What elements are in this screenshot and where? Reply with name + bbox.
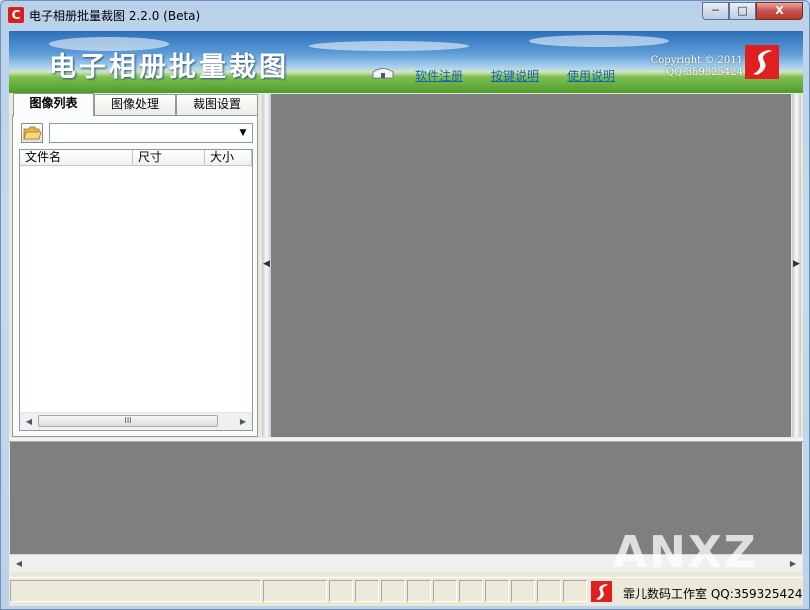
collapse-left-icon[interactable]: ◀ <box>262 259 271 269</box>
banner-title: 电子相册批量裁图 <box>49 52 289 83</box>
expand-right-icon[interactable]: ▶ <box>792 259 801 269</box>
app-logo-icon[interactable]: C <box>8 7 24 23</box>
left-splitter[interactable]: ◀ <box>262 94 271 437</box>
open-folder-button[interactable] <box>21 123 43 143</box>
title-bar[interactable]: C 电子相册批量裁图 2.2.0 (Beta) ─ □ X <box>1 1 809 31</box>
status-panel <box>537 580 561 602</box>
watermark: ANXZ <box>613 527 758 578</box>
client-area: 电子相册批量裁图 软件注册 按键说明 使用说明 Copyright © 2011… <box>9 31 803 606</box>
tab-image-list[interactable]: 图像列表 <box>13 93 94 116</box>
open-folder-icon <box>23 126 42 140</box>
status-panel <box>407 580 431 602</box>
image-preview-area[interactable] <box>271 94 791 437</box>
studio-logo-icon <box>591 581 612 602</box>
cloud-decoration <box>529 35 669 47</box>
minimize-button[interactable]: ─ <box>702 2 729 20</box>
register-link[interactable]: 软件注册 <box>415 67 463 84</box>
status-panel <box>329 580 353 602</box>
file-list-hscrollbar[interactable]: ◀ III ▶ <box>20 412 252 430</box>
status-panel <box>511 580 535 602</box>
status-panel <box>381 580 405 602</box>
studio-info: 霏儿数码工作室 QQ:359325424 <box>623 587 803 601</box>
column-header-filename[interactable]: 文件名 <box>20 150 133 166</box>
column-header-dimensions[interactable]: 尺寸 <box>133 150 205 166</box>
file-list[interactable]: 文件名 尺寸 大小 ◀ III ▶ <box>19 149 253 431</box>
hotkey-help-link[interactable]: 按键说明 <box>491 67 539 84</box>
cloud-decoration <box>309 41 469 51</box>
copyright-text: Copyright © 2011 QQ:359325424 <box>643 55 743 79</box>
tab-image-processing[interactable]: 图像处理 <box>94 94 176 115</box>
scroll-thumb[interactable]: III <box>38 415 218 427</box>
usage-help-link[interactable]: 使用说明 <box>567 67 615 84</box>
column-header-size[interactable]: 大小 <box>205 150 252 166</box>
status-bar: 霏儿数码工作室 QQ:359325424 <box>9 577 803 606</box>
header-banner: 电子相册批量裁图 软件注册 按键说明 使用说明 Copyright © 2011… <box>9 31 803 93</box>
status-panel <box>10 580 261 602</box>
copyright-line: Copyright © 2011 <box>650 55 743 66</box>
maximize-button[interactable]: □ <box>729 2 756 20</box>
status-panel <box>485 580 509 602</box>
scroll-right-arrow-icon[interactable]: ▶ <box>786 557 800 570</box>
status-panel <box>263 580 327 602</box>
window-title: 电子相册批量裁图 2.2.0 (Beta) <box>29 9 201 23</box>
status-panel <box>563 580 587 602</box>
chevron-down-icon[interactable]: ▼ <box>236 126 250 140</box>
scroll-left-arrow-icon[interactable]: ◀ <box>22 415 36 428</box>
yurt-icon <box>372 68 394 79</box>
brand-logo-icon <box>745 45 779 79</box>
scroll-right-arrow-icon[interactable]: ▶ <box>236 415 250 428</box>
status-panel <box>459 580 483 602</box>
status-panel <box>355 580 379 602</box>
status-panel <box>433 580 457 602</box>
qq-line: QQ:359325424 <box>665 67 743 78</box>
tab-crop-settings[interactable]: 裁图设置 <box>176 94 258 115</box>
app-window: C 电子相册批量裁图 2.2.0 (Beta) ─ □ X 电子相册批量裁图 软… <box>0 0 810 610</box>
close-button[interactable]: X <box>756 2 803 20</box>
scroll-left-arrow-icon[interactable]: ◀ <box>12 557 26 570</box>
right-splitter[interactable]: ▶ <box>792 94 801 437</box>
folder-path-select[interactable]: ▼ <box>49 123 253 143</box>
